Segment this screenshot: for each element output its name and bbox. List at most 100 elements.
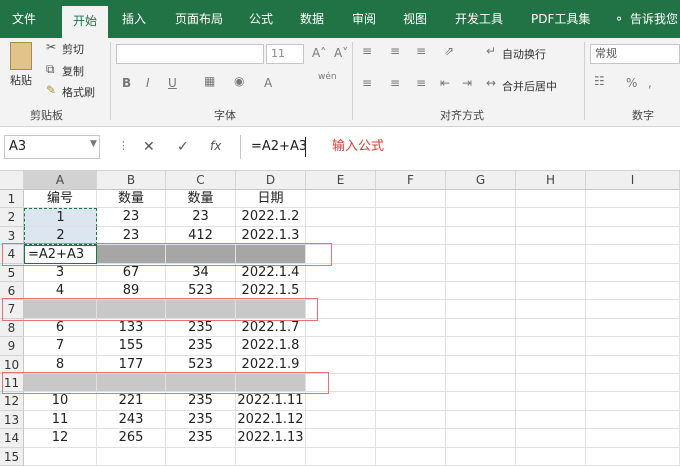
cell[interactable] [586,392,680,411]
cell[interactable] [586,282,680,301]
cell[interactable]: 221 [97,392,166,411]
cell[interactable] [586,429,680,448]
cell[interactable] [306,410,376,430]
cell[interactable] [446,318,516,338]
cell[interactable]: 3 [24,263,97,282]
cell[interactable] [446,337,516,356]
font-size-dropdown[interactable]: 11 [266,44,304,64]
cell[interactable] [376,282,446,301]
cell[interactable] [306,318,376,338]
cell[interactable] [516,318,586,338]
align-bottom-icon[interactable]: ≡ [416,44,426,58]
font-color-icon[interactable]: A [264,76,272,90]
column-header-c[interactable]: C [166,171,236,190]
cell[interactable]: 235 [166,410,236,430]
borders-icon[interactable]: ▦ [204,74,215,88]
cell[interactable]: 243 [97,410,166,430]
cell[interactable] [376,208,446,227]
cell[interactable] [97,447,166,466]
tab-page-layout[interactable]: 页面布局 [175,0,223,38]
tab-developer[interactable]: 开发工具 [455,0,503,38]
row-header[interactable]: 8 [0,318,24,338]
cell[interactable] [446,245,516,264]
cell[interactable] [446,355,516,374]
cell[interactable] [586,337,680,356]
cell[interactable]: 2022.1.2 [236,208,306,227]
cell[interactable] [446,263,516,282]
column-header-f[interactable]: F [376,171,446,190]
outdent-icon[interactable]: ⇥ [462,76,472,90]
cell[interactable]: 7 [24,337,97,356]
tab-formulas[interactable]: 公式 [249,0,273,38]
cell[interactable]: 34 [166,263,236,282]
chevron-down-icon[interactable]: ▼ [90,139,97,149]
cell[interactable]: 6 [24,318,97,338]
column-header-b[interactable]: B [97,171,166,190]
cell[interactable] [516,245,586,264]
cell[interactable] [376,263,446,282]
cut-button[interactable]: 剪切 [62,41,84,57]
tell-me-search[interactable]: 告诉我您 [630,0,678,38]
cell[interactable] [236,447,306,466]
cell[interactable] [376,300,446,319]
cell[interactable] [586,263,680,282]
cell[interactable]: 235 [166,429,236,448]
enter-icon[interactable]: ✓ [177,139,189,155]
cell[interactable] [306,447,376,466]
cell[interactable] [446,226,516,246]
cell[interactable] [446,392,516,411]
cell[interactable] [586,300,680,319]
row-header[interactable]: 14 [0,429,24,448]
cell[interactable] [446,300,516,319]
cell[interactable] [516,410,586,430]
bold-button[interactable]: B [122,76,131,90]
cell[interactable]: 2022.1.8 [236,337,306,356]
insert-function-icon[interactable]: fx [210,139,221,153]
tab-view[interactable]: 视图 [403,0,427,38]
cell[interactable] [586,190,680,209]
cell[interactable] [376,447,446,466]
cell[interactable]: 1 [24,208,97,227]
column-header-h[interactable]: H [516,171,586,190]
cell[interactable]: 235 [166,318,236,338]
cell[interactable] [516,190,586,209]
cell[interactable]: 数量 [166,190,236,209]
cell[interactable]: 2022.1.4 [236,263,306,282]
tab-file[interactable]: 文件 [12,0,36,38]
cell[interactable]: 265 [97,429,166,448]
cell[interactable] [586,208,680,227]
italic-button[interactable]: I [146,76,150,90]
cell[interactable] [376,318,446,338]
column-header-g[interactable]: G [446,171,516,190]
indent-icon[interactable]: ⇤ [440,76,450,90]
cell[interactable] [586,245,680,264]
cell[interactable] [446,374,516,393]
cell[interactable] [516,282,586,301]
row-header[interactable]: 15 [0,447,24,466]
cell[interactable] [376,190,446,209]
cell[interactable] [446,190,516,209]
cell[interactable]: 155 [97,337,166,356]
select-all-corner[interactable] [0,171,24,190]
row-header[interactable]: 13 [0,410,24,430]
cell[interactable]: 23 [97,208,166,227]
name-box[interactable]: A3 [4,135,100,159]
cell[interactable] [376,392,446,411]
cell[interactable] [24,447,97,466]
cell[interactable]: 67 [97,263,166,282]
align-left-icon[interactable]: ≡ [362,76,372,90]
tab-pdf-tools[interactable]: PDF工具集 [531,0,590,38]
cell[interactable] [516,263,586,282]
wrap-text-button[interactable]: 自动换行 [502,46,546,62]
cell[interactable] [586,226,680,246]
cell[interactable] [586,355,680,374]
format-painter-button[interactable]: 格式刷 [62,84,95,100]
cell[interactable]: 2022.1.13 [236,429,306,448]
cell[interactable]: 235 [166,392,236,411]
cell[interactable]: 2022.1.7 [236,318,306,338]
currency-icon[interactable]: ☷ [594,74,605,88]
cell[interactable]: 12 [24,429,97,448]
align-top-icon[interactable]: ≡ [362,44,372,58]
cell[interactable] [446,282,516,301]
tab-review[interactable]: 审阅 [352,0,376,38]
